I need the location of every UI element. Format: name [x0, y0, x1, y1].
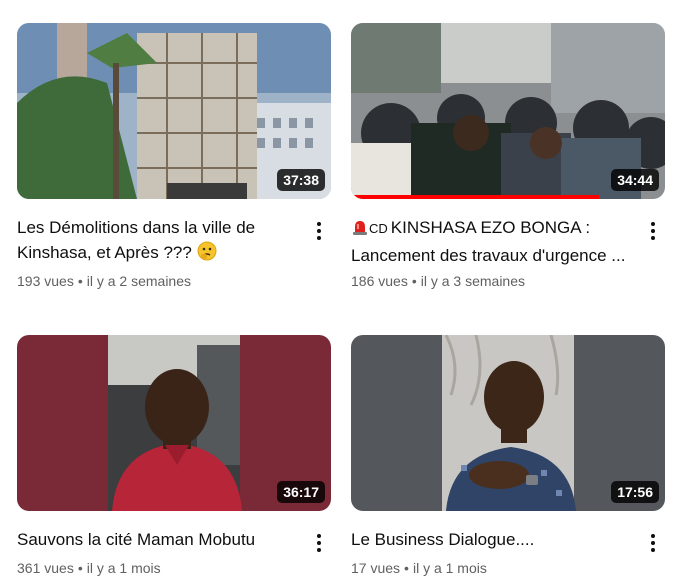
video-card-2[interactable]: 34:44 CD KINSHASA EZO BONGA : Lancement d… — [351, 23, 665, 289]
meta-separator: • — [404, 560, 409, 576]
upload-age: il y a 3 semaines — [420, 273, 526, 289]
video-duration-3: 36:17 — [277, 481, 325, 503]
video-duration-1: 37:38 — [277, 169, 325, 191]
video-title-4-line1: Le Business Dialogue.... — [351, 530, 535, 549]
view-count: 361 vues — [17, 560, 74, 576]
view-count: 186 vues — [351, 273, 408, 289]
video-title-3[interactable]: Sauvons la cité Maman Mobutu — [17, 527, 299, 552]
thinking-face-icon — [197, 241, 217, 268]
watch-progress-bar — [351, 195, 600, 199]
video-title-4[interactable]: Le Business Dialogue.... — [351, 527, 633, 552]
video-title-3-line1: Sauvons la cité Maman Mobutu — [17, 530, 256, 549]
video-thumbnail-4[interactable]: 17:56 — [351, 335, 665, 511]
video-title-2-line1: KINSHASA EZO BONGA : — [390, 218, 591, 237]
meta-separator: • — [77, 560, 83, 576]
video-title-1-line2: Kinshasa, et Après ??? — [17, 243, 192, 262]
video-duration-2: 34:44 — [611, 169, 659, 191]
video-duration-4: 17:56 — [611, 481, 659, 503]
video-card-3[interactable]: 36:17 Sauvons la cité Maman Mobutu 361 v… — [17, 335, 331, 576]
view-count: 17 vues — [351, 560, 401, 576]
upload-age: il y a 1 mois — [412, 560, 487, 576]
more-options-icon-4[interactable] — [641, 531, 665, 555]
meta-separator: • — [411, 273, 417, 289]
video-title-2[interactable]: CD KINSHASA EZO BONGA : Lancement des tra… — [351, 215, 633, 268]
more-options-icon-2[interactable] — [641, 219, 665, 243]
video-card-1[interactable]: 37:38 Les Démolitions dans la ville de K… — [17, 23, 331, 289]
more-options-icon-1[interactable] — [307, 219, 331, 243]
more-options-icon-3[interactable] — [307, 531, 331, 555]
upload-age: il y a 2 semaines — [86, 273, 192, 289]
upload-age: il y a 1 mois — [86, 560, 161, 576]
flag-label: CD — [369, 221, 388, 236]
video-title-1[interactable]: Les Démolitions dans la ville de Kinshas… — [17, 215, 299, 268]
video-meta-3: 361 vues • il y a 1 mois — [17, 560, 161, 576]
video-title-2-line2: Lancement des travaux d'urgence ... — [351, 246, 626, 265]
video-card-4[interactable]: 17:56 Le Business Dialogue.... 17 vues • i… — [351, 335, 665, 576]
meta-separator: • — [77, 273, 83, 289]
video-thumbnail-1[interactable]: 37:38 — [17, 23, 331, 199]
video-title-1-line1: Les Démolitions dans la ville de — [17, 218, 256, 237]
view-count: 193 vues — [17, 273, 74, 289]
video-thumbnail-3[interactable]: 36:17 — [17, 335, 331, 511]
video-meta-4: 17 vues • il y a 1 mois — [351, 560, 487, 576]
video-meta-1: 193 vues • il y a 2 semaines — [17, 273, 191, 289]
red-siren-icon — [351, 218, 369, 243]
video-thumbnail-2[interactable]: 34:44 — [351, 23, 665, 199]
video-meta-2: 186 vues • il y a 3 semaines — [351, 273, 525, 289]
